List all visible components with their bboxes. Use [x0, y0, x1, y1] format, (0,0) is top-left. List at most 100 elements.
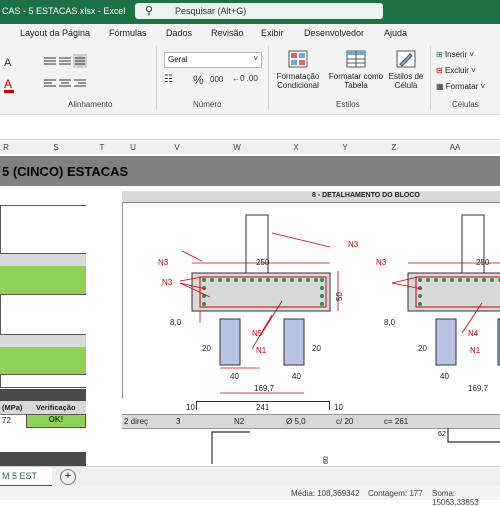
tab-view[interactable]: Exibir [261, 28, 284, 38]
conditional-format-button[interactable]: Formatação Condicional [272, 72, 324, 90]
cell-styles-icon [396, 50, 416, 68]
decimal-icons[interactable]: ←0 .00 [232, 74, 258, 83]
mpa-header-row: (MPa) Verificação [0, 401, 86, 415]
left-panel-header [0, 191, 86, 206]
tab-data[interactable]: Dados [166, 28, 192, 38]
dim-10a: 10 [186, 403, 195, 412]
tab-developer[interactable]: Desenvolvedor [304, 28, 364, 38]
label-n3-a: N3 [158, 258, 169, 267]
search-box[interactable]: ⚲ Pesquisar (Alt+G) [135, 3, 383, 19]
delete-icon: ⊟ [436, 66, 443, 75]
status-average: Média: 108,369342 [291, 489, 360, 498]
label-250b: 250 [476, 258, 490, 267]
sheet-title-band: 5 (CINCO) ESTACAS [0, 156, 500, 186]
group-styles-label: Estilos [336, 100, 360, 109]
cond-format-label-2: Condicional [277, 81, 319, 90]
sheet-tab-label: M 5 EST [2, 471, 38, 481]
status-count: Contagem: 177 [368, 489, 423, 498]
currency-icon[interactable]: ☷ [164, 74, 173, 85]
search-icon: ⚲ [145, 5, 154, 17]
delete-button[interactable]: ⊟ Excluir ˅ [436, 66, 476, 75]
chevron-down-icon: ˅ [253, 54, 258, 63]
tab-help[interactable]: Ajuda [384, 28, 407, 38]
label-n3-right: N3 [376, 258, 387, 267]
verification-ok: OK! [26, 414, 86, 428]
col-header-y[interactable]: Y [333, 143, 357, 152]
col-header-z[interactable]: Z [382, 143, 406, 152]
cond-format-label-1: Formatação [276, 72, 320, 81]
group-number-label: Número [193, 100, 222, 109]
ribbon: A A Alinhamento Geral ˅ ☷ % 000 ←0 .00 N… [0, 42, 500, 115]
left-green-cell-2[interactable] [0, 347, 86, 375]
detail-header-band: 8 - DETALHAMENTO DO BLOCO [122, 191, 500, 203]
column-header-row: R S T U V W X Y Z AA [0, 141, 500, 155]
sheet-title: 5 (CINCO) ESTACAS [2, 164, 129, 179]
search-placeholder: Pesquisar (Alt+G) [175, 6, 247, 16]
format-table-label-1: Formatar como [328, 72, 384, 81]
spec-spacing: c/ 20 [336, 417, 354, 426]
label-n5: N5 [252, 329, 263, 338]
gap-column [86, 186, 122, 466]
block-detail-drawing: N3 N3 N3 250 50 8,0 N5 N1 20 20 40 40 16… [158, 214, 500, 394]
cell-styles-label-2: Célula [394, 81, 418, 90]
label-20c: 20 [418, 344, 427, 353]
detail-header: 8 - DETALHAMENTO DO BLOCO [312, 192, 420, 199]
label-20b: 20 [312, 344, 321, 353]
label-n1-b: N1 [470, 346, 481, 355]
rebar-spec-row: 2 direç 3 N2 Ø 5,0 c/ 20 c= 261 [122, 414, 500, 429]
spec-diameter: Ø 5,0 [286, 417, 306, 426]
format-as-table-button[interactable]: Formatar como Tabela [326, 72, 386, 90]
col-header-s[interactable]: S [36, 143, 76, 152]
dim-10b: 10 [334, 403, 343, 412]
left-green-cell-1[interactable] [0, 266, 86, 295]
sheet-tab-active[interactable]: M 5 EST [0, 467, 52, 487]
label-50: 50 [335, 292, 344, 301]
label-40c: 40 [440, 372, 449, 381]
col-header-x[interactable]: X [284, 143, 308, 152]
col-header-t[interactable]: T [92, 143, 112, 152]
spec-bar: N2 [234, 417, 245, 426]
insert-label: Inserir [444, 50, 468, 59]
conditional-format-icon [288, 50, 308, 68]
percent-button[interactable]: % [193, 73, 204, 87]
lower-rebar-drawing: 60 62 [211, 428, 500, 464]
group-alignment-label: Alinhamento [68, 100, 113, 109]
number-format-value: Geral [168, 55, 188, 64]
col-header-u[interactable]: U [124, 143, 142, 152]
label-250: 250 [256, 258, 270, 267]
col-header-r[interactable]: R [0, 143, 12, 152]
delete-label: Excluir [444, 66, 469, 75]
thousands-button[interactable]: 000 [210, 75, 223, 84]
verification-header: Verificação [36, 403, 76, 412]
tab-page-layout[interactable]: Layout da Página [20, 28, 90, 38]
number-format-select[interactable]: Geral ˅ [164, 52, 262, 68]
status-bar: Média: 108,369342 Contagem: 177 Soma: 15… [0, 486, 500, 507]
dim-62: 62 [438, 431, 446, 438]
formula-bar[interactable] [0, 115, 500, 140]
label-8b: 8,0 [384, 318, 396, 327]
format-button[interactable]: ▦ Formatar ˅ [436, 82, 485, 91]
insert-button[interactable]: ⊞ Inserir ˅ [436, 50, 474, 59]
cell-styles-button[interactable]: Estilos de Célula [386, 72, 426, 90]
menu-tabs: Layout da Página Fórmulas Dados Revisão … [0, 24, 500, 42]
label-n3-b: N3 [162, 278, 173, 287]
format-label: Formatar [445, 82, 479, 91]
sheet-tab-bar: M 5 EST + [0, 466, 500, 487]
dim-241: 241 [256, 403, 270, 412]
add-sheet-icon[interactable]: + [60, 469, 76, 485]
tab-formulas[interactable]: Fórmulas [109, 28, 147, 38]
spec-length: c= 261 [384, 417, 409, 426]
col-header-aa[interactable]: AA [440, 143, 470, 152]
tab-review[interactable]: Revisão [211, 28, 244, 38]
left-band-2 [0, 334, 86, 348]
col-header-w[interactable]: W [222, 143, 252, 152]
pile-cap-block-2 [407, 272, 500, 312]
col-header-v[interactable]: V [162, 143, 192, 152]
label-40: 40 [230, 372, 239, 381]
group-cells-label: Células [452, 100, 479, 109]
divider [268, 46, 269, 110]
svg-text:A: A [4, 77, 12, 91]
mpa-header: (MPa) [2, 403, 23, 412]
label-n3-c: N3 [348, 240, 359, 249]
alignment-icons[interactable]: A A [2, 52, 152, 102]
